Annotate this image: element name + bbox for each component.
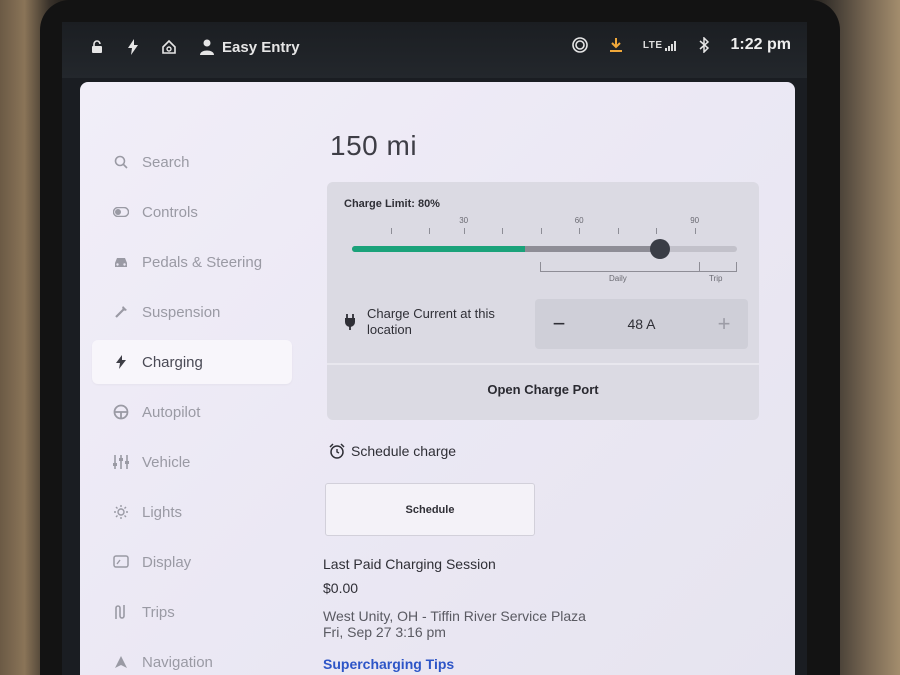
tick: [540, 228, 542, 234]
sidebar-item-label: Display: [142, 553, 192, 571]
sidebar-item-label: Charging: [142, 353, 203, 371]
bluetooth-icon[interactable]: [695, 36, 713, 54]
sidebar-item-search[interactable]: Search: [92, 140, 292, 184]
sidebar-item-label: Lights: [142, 503, 183, 521]
lte-signal-icon: LTE: [643, 40, 677, 51]
daily-label: Daily: [609, 274, 627, 283]
sentry-icon[interactable]: [571, 36, 589, 54]
person-icon: [200, 39, 214, 55]
car-icon: [112, 253, 130, 271]
status-bar-left: Easy Entry: [88, 38, 300, 56]
tick: [463, 228, 465, 234]
touchscreen: Easy Entry LTE 1:22 pm Search Controls P…: [62, 22, 807, 675]
sidebar-item-label: Suspension: [142, 303, 221, 321]
sidebar-item-label: Autopilot: [142, 403, 201, 421]
daily-trip-bracket: [540, 262, 737, 272]
status-bar: Easy Entry LTE 1:22 pm: [62, 22, 807, 78]
navigation-arrow-icon: [112, 653, 130, 671]
tick: [502, 228, 504, 234]
search-icon: [112, 153, 130, 171]
display-icon: [112, 553, 130, 571]
settings-panel: Search Controls Pedals & Steering Suspen…: [80, 82, 795, 675]
alarm-clock-icon: [329, 443, 345, 459]
sidebar-item-label: Navigation: [142, 653, 213, 671]
daily-trip-divider: [699, 262, 700, 272]
sidebar-item-label: Controls: [142, 203, 198, 221]
tick: [390, 228, 392, 234]
open-charge-port-button[interactable]: Open Charge Port: [327, 382, 759, 397]
last-session-date: Fri, Sep 27 3:16 pm: [323, 624, 446, 640]
driver-profile[interactable]: Easy Entry: [200, 39, 300, 56]
sidebar-item-vehicle[interactable]: Vehicle: [92, 440, 292, 484]
status-bar-right: LTE 1:22 pm: [571, 36, 791, 54]
sidebar-item-label: Search: [142, 153, 190, 171]
sidebar-item-display[interactable]: Display: [92, 540, 292, 584]
tick: [429, 228, 430, 234]
charge-scale: 30 60 90: [352, 212, 737, 242]
driver-profile-label: Easy Entry: [222, 38, 300, 56]
tick: [656, 228, 658, 234]
bolt-icon: [112, 353, 130, 371]
increment-button[interactable]: +: [714, 311, 734, 336]
sidebar-item-label: Trips: [142, 603, 175, 621]
sidebar-item-trips[interactable]: Trips: [92, 590, 292, 634]
last-session-amount: $0.00: [323, 580, 359, 596]
charge-current-value: 48 A: [627, 316, 656, 332]
sidebar-item-lights[interactable]: Lights: [92, 490, 292, 534]
sidebar-item-autopilot[interactable]: Autopilot: [92, 390, 292, 434]
clock: 1:22 pm: [730, 36, 791, 53]
steering-wheel-icon: [112, 403, 130, 421]
network-label: LTE: [642, 39, 663, 51]
settings-sidebar: Search Controls Pedals & Steering Suspen…: [92, 140, 292, 675]
tick-label: 30: [459, 216, 469, 225]
tick: [579, 228, 581, 234]
trip-label: Trip: [709, 274, 723, 283]
schedule-button[interactable]: Schedule: [325, 483, 535, 536]
schedule-charge-header: Schedule charge: [329, 443, 456, 459]
tick-label: 60: [574, 216, 584, 225]
card-divider: [327, 363, 759, 365]
homelink-icon[interactable]: [160, 38, 178, 56]
download-icon[interactable]: [607, 36, 625, 54]
sidebar-item-controls[interactable]: Controls: [92, 190, 292, 234]
supercharging-tips-link[interactable]: Supercharging Tips: [323, 656, 454, 672]
sidebar-item-label: Pedals & Steering: [142, 253, 263, 271]
bolt-icon[interactable]: [124, 38, 142, 56]
tick: [617, 228, 619, 234]
current-charge-fill: [352, 246, 526, 252]
last-session-location: West Unity, OH - Tiffin River Service Pl…: [323, 608, 586, 624]
estimated-range: 150 mi: [330, 130, 418, 161]
tick: [694, 228, 696, 234]
charge-current-stepper: − 48 A +: [535, 299, 748, 349]
sidebar-item-pedals-steering[interactable]: Pedals & Steering: [92, 240, 292, 284]
toggle-icon: [112, 203, 130, 221]
charge-limit-label: Charge Limit: 80%: [344, 198, 440, 210]
charge-limit-handle[interactable]: [650, 239, 670, 259]
sliders-icon: [112, 453, 130, 471]
lock-icon[interactable]: [88, 38, 106, 56]
charge-limit-card: Charge Limit: 80% 30 60 90 Daily Trip Ch…: [327, 182, 759, 420]
trip-icon: [112, 603, 130, 621]
wrench-icon: [112, 303, 130, 321]
charge-current-label: Charge Current at this location: [367, 306, 495, 337]
decrement-button[interactable]: −: [549, 311, 569, 336]
sun-icon: [112, 503, 130, 521]
tick-label: 90: [690, 216, 700, 225]
sidebar-item-suspension[interactable]: Suspension: [92, 290, 292, 334]
sidebar-item-label: Vehicle: [142, 453, 191, 471]
sidebar-item-charging[interactable]: Charging: [92, 340, 292, 384]
schedule-charge-label: Schedule charge: [351, 443, 457, 459]
last-session-title: Last Paid Charging Session: [323, 556, 496, 572]
sidebar-item-navigation[interactable]: Navigation: [92, 640, 292, 675]
plug-icon: [344, 314, 356, 335]
charge-limit-slider[interactable]: [352, 239, 737, 259]
